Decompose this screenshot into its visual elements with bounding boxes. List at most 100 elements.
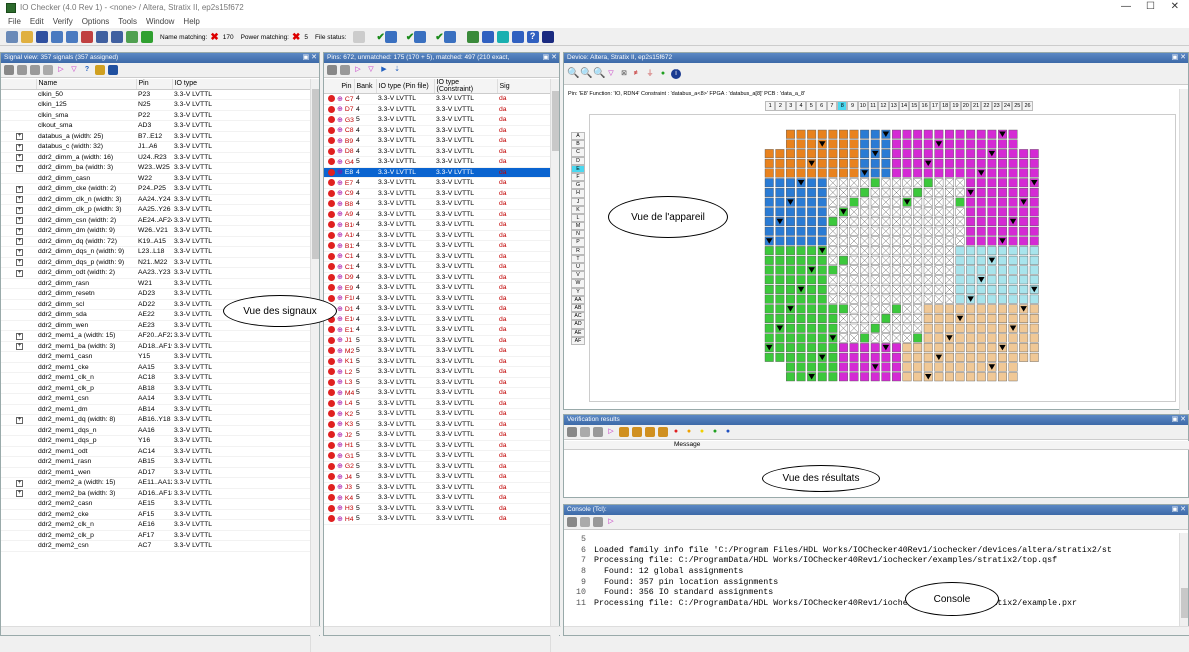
device-col-25[interactable]: 25 (1012, 101, 1023, 111)
device-pin[interactable] (1029, 294, 1039, 304)
device-pin[interactable] (817, 314, 827, 324)
device-pin[interactable] (891, 158, 901, 168)
device-pin[interactable] (891, 149, 901, 159)
device-pin[interactable] (881, 352, 891, 362)
device-pin[interactable] (1008, 139, 1018, 149)
expand-cell[interactable] (1, 351, 36, 363)
table-row[interactable]: + ddr2_mem1_a (width: 15) AF20..AF22 3.3-V … (1, 330, 311, 342)
device-pin[interactable] (966, 304, 976, 314)
device-col-10[interactable]: 10 (857, 101, 868, 111)
device-pin[interactable] (764, 158, 774, 168)
device-pin[interactable] (966, 168, 976, 178)
device-pin[interactable] (955, 284, 965, 294)
device-pin[interactable] (913, 333, 923, 343)
device-pin[interactable] (891, 139, 901, 149)
check-icon[interactable]: ✔ (406, 32, 414, 43)
undo-icon[interactable] (96, 31, 108, 43)
device-pin[interactable] (817, 217, 827, 227)
device-pin[interactable] (987, 294, 997, 304)
expand-cell[interactable] (1, 288, 36, 300)
device-pin[interactable] (775, 207, 785, 217)
column-io-type[interactable]: IO type (172, 79, 311, 90)
expand-cell[interactable]: + (1, 215, 36, 226)
device-pin[interactable] (881, 314, 891, 324)
device-pin[interactable] (764, 226, 774, 236)
device-pin[interactable] (944, 158, 954, 168)
device-pin[interactable] (849, 129, 859, 139)
device-pin[interactable] (764, 207, 774, 217)
expand-icon[interactable]: + (16, 332, 23, 340)
clear-icon[interactable] (580, 427, 590, 437)
table-row[interactable]: ⊕ D9 4 3.3-V LVTTL 3.3-V LVTTL da (324, 272, 550, 283)
menu-help[interactable]: Help (183, 17, 199, 26)
table-row[interactable]: clkin_125 N25 3.3-V LVTTL (1, 99, 311, 111)
file-status-icon[interactable] (443, 31, 456, 43)
device-pin[interactable] (860, 352, 870, 362)
device-pin[interactable] (796, 372, 806, 382)
device-pin[interactable] (1008, 333, 1018, 343)
device-pin[interactable] (828, 343, 838, 353)
expand-cell[interactable] (1, 299, 36, 310)
maximize-icon[interactable]: ☐ (1146, 1, 1155, 12)
device-pin[interactable] (987, 304, 997, 314)
device-pin[interactable] (870, 178, 880, 188)
device-col-22[interactable]: 22 (981, 101, 992, 111)
ok-dot-icon[interactable]: ● (710, 427, 720, 437)
device-pin[interactable] (1029, 168, 1039, 178)
device-pin[interactable] (902, 139, 912, 149)
device-pin[interactable] (870, 323, 880, 333)
device-pin[interactable] (817, 323, 827, 333)
device-pin[interactable] (955, 333, 965, 343)
device-pin[interactable] (817, 226, 827, 236)
device-pin[interactable] (966, 158, 976, 168)
device-pin[interactable] (807, 352, 817, 362)
expand-cell[interactable]: + (1, 246, 36, 258)
device-pin[interactable] (955, 304, 965, 314)
device-pin[interactable] (923, 314, 933, 324)
device-pin[interactable] (944, 304, 954, 314)
device-pin[interactable] (1008, 158, 1018, 168)
table-row[interactable]: ⊕ G4 5 3.3-V LVTTL 3.3-V LVTTL da (324, 156, 550, 168)
device-pin[interactable] (1019, 149, 1029, 159)
device-pin[interactable] (934, 343, 944, 353)
device-pin[interactable] (828, 362, 838, 372)
table-row[interactable]: ddr2_mem1_casn Y15 3.3-V LVTTL (1, 351, 311, 363)
filter-arrow-icon[interactable]: ▷ (353, 65, 363, 75)
device-pin[interactable] (997, 255, 1007, 265)
device-pin[interactable] (1029, 158, 1039, 168)
device-pin[interactable] (1019, 314, 1029, 324)
device-pin[interactable] (1019, 284, 1029, 294)
device-pin[interactable] (860, 139, 870, 149)
tree-icon[interactable] (30, 65, 40, 75)
device-pin[interactable] (796, 352, 806, 362)
device-pin[interactable] (913, 158, 923, 168)
expand-cell[interactable]: + (1, 131, 36, 142)
device-pin[interactable] (955, 265, 965, 275)
device-col-24[interactable]: 24 (1001, 101, 1013, 111)
device-pin[interactable] (860, 372, 870, 382)
device-pin[interactable] (891, 129, 901, 139)
layout-icon[interactable] (511, 31, 524, 43)
table-row[interactable]: clkin_50 P23 3.3-V LVTTL (1, 89, 311, 100)
device-pin[interactable] (1008, 168, 1018, 178)
panel-buttons[interactable]: ▣ ✕ (1172, 53, 1186, 63)
print-icon[interactable] (4, 65, 14, 75)
device-pin[interactable] (923, 362, 933, 372)
table-row[interactable]: ddr2_mem1_clk_n AC18 3.3-V LVTTL (1, 372, 311, 384)
device-pin[interactable] (807, 343, 817, 353)
device-col-20[interactable]: 20 (960, 101, 971, 111)
device-pin[interactable] (860, 362, 870, 372)
device-pin[interactable] (976, 188, 986, 197)
device-pin[interactable] (764, 188, 774, 197)
device-pin[interactable] (764, 255, 774, 265)
device-pin[interactable] (764, 294, 774, 304)
device-pin[interactable] (764, 197, 774, 207)
device-pin[interactable] (1008, 188, 1018, 197)
expand-cell[interactable]: + (1, 225, 36, 237)
device-pin[interactable] (997, 362, 1007, 372)
plugin-icon[interactable] (126, 31, 138, 43)
table-row[interactable]: ⊕ H3 5 3.3-V LVTTL 3.3-V LVTTL da (324, 503, 550, 514)
expand-cell[interactable] (1, 425, 36, 436)
device-pin[interactable] (817, 255, 827, 265)
help-icon[interactable]: ? (82, 65, 92, 75)
